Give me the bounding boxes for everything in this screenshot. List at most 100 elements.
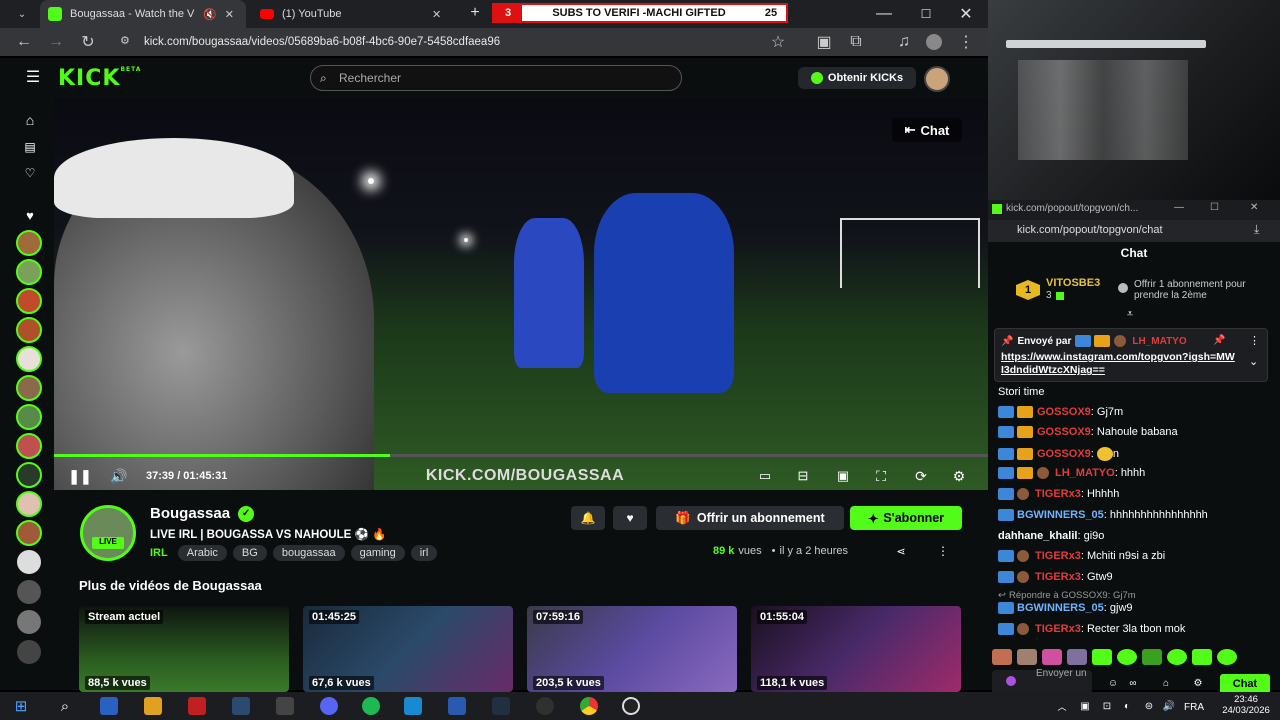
get-kicks-button[interactable]: Obtenir KICKs [798, 67, 916, 89]
site-info-icon[interactable]: ⚙ [120, 34, 130, 47]
category-link[interactable]: IRL [150, 547, 168, 559]
message-user[interactable]: TIGERx3 [1035, 623, 1081, 635]
emote-icon[interactable] [1117, 649, 1137, 665]
bookmark-star-icon[interactable]: ☆ [770, 34, 786, 51]
sidebar-channel-avatar[interactable] [16, 520, 42, 546]
follow-heart-button[interactable]: ♥ [613, 506, 647, 530]
back-icon[interactable]: ← [16, 33, 32, 50]
popout-url[interactable]: kick.com/popout/topgvon/chat [1017, 224, 1163, 236]
taskbar-app-icon[interactable] [276, 697, 294, 715]
emote-icon[interactable] [1167, 649, 1187, 665]
tag[interactable]: bougassaa [272, 545, 345, 561]
emote-icon[interactable] [1017, 649, 1037, 665]
close-tab-icon[interactable]: ✕ [432, 8, 441, 21]
chat-input[interactable]: Envoyer un [992, 668, 1092, 694]
language-indicator[interactable]: FRA [1184, 702, 1204, 713]
tray-icon[interactable]: ◐ [1120, 699, 1134, 713]
more-options-icon[interactable]: ⋮ [1249, 334, 1260, 347]
sidebar-channel-avatar[interactable] [17, 580, 41, 604]
hamburger-menu-icon[interactable]: ☰ [24, 68, 42, 86]
discord-icon[interactable] [320, 697, 338, 715]
message-user[interactable]: dahhane_khalil [998, 530, 1077, 542]
network-icon[interactable]: ⊜ [1142, 699, 1156, 713]
file-explorer-icon[interactable] [144, 697, 162, 715]
taskbar-app-icon[interactable] [622, 697, 640, 715]
taskbar-app-icon[interactable] [404, 697, 422, 715]
emoji-icon[interactable]: ☺ [1106, 677, 1120, 689]
shop-icon[interactable]: ⌂ [1159, 677, 1173, 689]
cast-icon[interactable]: ⊟ [794, 468, 812, 484]
sidebar-channel-avatar[interactable] [16, 259, 42, 285]
obs-icon[interactable] [536, 697, 554, 715]
playback-speed-icon[interactable]: ⟳ [912, 468, 930, 484]
fullscreen-icon[interactable]: ⛶ [872, 468, 890, 484]
emote-icon[interactable] [1067, 649, 1087, 665]
tag[interactable]: gaming [350, 545, 405, 561]
sidebar-channel-avatar[interactable] [16, 462, 42, 488]
link-icon[interactable]: ∞ [1126, 677, 1140, 689]
user-avatar[interactable] [924, 66, 950, 92]
browse-icon[interactable]: ▤ [21, 138, 39, 156]
volume-icon[interactable]: 🔊 [110, 468, 128, 484]
tag[interactable]: Arabic [177, 545, 227, 561]
taskbar-app-icon[interactable] [188, 697, 206, 715]
message-user[interactable]: GOSSOX9 [1037, 448, 1091, 460]
emote-icon[interactable] [1092, 649, 1112, 665]
more-options-icon[interactable]: ⋮ [937, 544, 949, 558]
message-user[interactable]: GOSSOX9 [1037, 406, 1091, 418]
gift-sub-button[interactable]: 🎁 Offrir un abonnement [656, 506, 844, 530]
message-user[interactable]: TIGERx3 [1035, 488, 1081, 500]
settings-gear-icon[interactable]: ⚙ [950, 468, 968, 484]
home-icon[interactable]: ⌂ [21, 111, 39, 129]
message-user[interactable]: GOSSOX9 [1037, 426, 1091, 438]
sidebar-channel-avatar[interactable] [17, 550, 41, 574]
forward-icon[interactable]: → [48, 33, 64, 50]
toggle-chat-button[interactable]: ⇤ Chat [892, 118, 962, 142]
message-user[interactable]: TIGERx3 [1035, 571, 1081, 583]
sidebar-channel-avatar[interactable] [16, 404, 42, 430]
screenshot-icon[interactable]: ▣ [816, 34, 832, 51]
sidebar-channel-avatar[interactable] [17, 640, 41, 664]
sidebar-channel-avatar[interactable] [16, 491, 42, 517]
extensions-icon[interactable]: ⧉ [848, 33, 864, 50]
reply-reference[interactable]: ↩ Répondre à GOSSOX9: Gj7m [998, 590, 1136, 601]
volume-icon[interactable]: 🔊 [1162, 699, 1176, 713]
sidebar-channel-avatar[interactable] [16, 317, 42, 343]
browser-menu-icon[interactable]: ⋮ [958, 34, 974, 51]
taskbar-app-icon[interactable] [100, 697, 118, 715]
message-user[interactable]: LH_MATYO [1055, 467, 1115, 479]
reload-icon[interactable]: ↻ [80, 34, 96, 51]
windows-start-icon[interactable]: ⊞ [12, 697, 30, 715]
tag[interactable]: irl [410, 545, 438, 561]
emote-icon[interactable] [1192, 649, 1212, 665]
download-icon[interactable]: ⤓ [1254, 222, 1259, 237]
chat-send-button[interactable]: Chat [1220, 674, 1270, 694]
media-control-icon[interactable]: ♫ [896, 33, 912, 50]
mute-tab-icon[interactable]: 🔇 [203, 8, 217, 21]
gift-sub-promo[interactable]: Offrir 1 abonnement pour prendre la 2ème [1134, 279, 1274, 301]
message-user[interactable]: BGWINNERS_05 [1017, 602, 1104, 614]
pin-icon[interactable]: 📌 [1213, 335, 1225, 346]
sidebar-channel-avatar[interactable] [16, 288, 42, 314]
video-thumbnail[interactable]: 01:45:25 67,6 k vues [303, 606, 513, 692]
emote-icon[interactable] [992, 649, 1012, 665]
steam-icon[interactable] [232, 697, 250, 715]
taskbar-app-icon[interactable] [448, 697, 466, 715]
search-input[interactable]: ⌕ Rechercher [310, 65, 682, 91]
spotify-icon[interactable] [362, 697, 380, 715]
message-user[interactable]: BGWINNERS_05 [1017, 509, 1104, 521]
sidebar-channel-avatar[interactable] [16, 433, 42, 459]
url-field[interactable]: ⚙ kick.com/bougassaa/videos/05689ba6-b08… [112, 32, 762, 52]
sidebar-channel-avatar[interactable] [16, 346, 42, 372]
pause-icon[interactable]: ❚❚ [68, 468, 91, 484]
new-tab-button[interactable]: + [466, 4, 484, 22]
channel-avatar[interactable] [80, 505, 136, 561]
miniplayer-icon[interactable]: ▭ [756, 468, 774, 484]
tray-icon[interactable]: ▣ [1078, 699, 1092, 713]
minimize-icon[interactable]: — [876, 5, 892, 22]
emote-icon[interactable] [1042, 649, 1062, 665]
message-user[interactable]: TIGERx3 [1035, 550, 1081, 562]
video-thumbnail[interactable]: Stream actuel 88,5 k vues [79, 606, 289, 692]
pinned-link[interactable]: https://www.instagram.com/topgvon?igsh=M… [1001, 351, 1237, 377]
kick-logo[interactable]: KICKBETA [58, 66, 141, 91]
